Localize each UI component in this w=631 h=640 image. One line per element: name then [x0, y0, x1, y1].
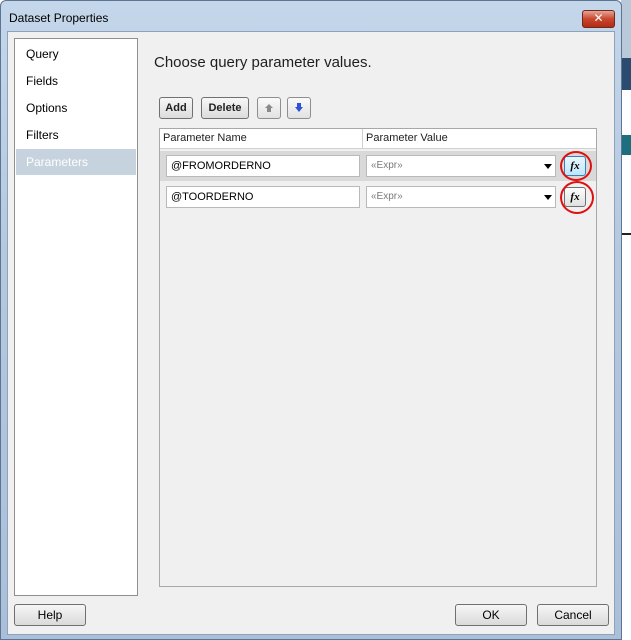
sidebar-nav: Query Fields Options Filters Parameters [14, 38, 138, 596]
sidebar-item-options[interactable]: Options [16, 95, 136, 121]
sidebar-item-parameters[interactable]: Parameters [16, 149, 136, 175]
page-title: Choose query parameter values. [154, 54, 372, 71]
column-header-name: Parameter Name [163, 132, 247, 144]
sidebar-item-fields[interactable]: Fields [16, 68, 136, 94]
help-button[interactable]: Help [14, 604, 86, 626]
background-teal-tab [621, 135, 631, 155]
close-button[interactable]: ✕ [582, 10, 615, 28]
arrow-up-icon [265, 104, 273, 112]
background-header [621, 0, 631, 58]
sidebar-item-label: Options [26, 101, 68, 115]
parameter-name-field[interactable]: @TOORDERNO [166, 186, 360, 208]
parameter-value-text: «Expr» [371, 160, 403, 171]
parameter-value-text: «Expr» [371, 191, 403, 202]
parameter-value-select[interactable]: «Expr» [366, 186, 556, 208]
sidebar-item-label: Query [26, 47, 59, 61]
dialog-client-area: Query Fields Options Filters Parameters … [7, 31, 615, 635]
parameter-value-select[interactable]: «Expr» [366, 155, 556, 177]
sidebar-item-filters[interactable]: Filters [16, 122, 136, 148]
table-row[interactable]: @TOORDERNO «Expr» fx [160, 182, 596, 212]
fx-icon: fx [570, 160, 580, 172]
arrow-down-icon [295, 103, 303, 112]
cancel-button[interactable]: Cancel [537, 604, 609, 626]
table-row[interactable]: @FROMORDERNO «Expr» fx [160, 151, 596, 181]
column-separator [362, 129, 363, 149]
background-app-edge [621, 0, 631, 640]
sidebar-item-label: Fields [26, 74, 59, 88]
grid-header: Parameter Name Parameter Value [160, 129, 596, 149]
title-bar[interactable]: Dataset Properties ✕ [1, 1, 621, 31]
add-button[interactable]: Add [159, 97, 193, 119]
close-icon: ✕ [593, 11, 604, 25]
column-header-value: Parameter Value [366, 132, 448, 144]
delete-button[interactable]: Delete [201, 97, 249, 119]
fx-icon: fx [570, 191, 580, 203]
sidebar-item-label: Filters [26, 128, 59, 142]
background-line [621, 233, 631, 235]
dataset-properties-dialog: Dataset Properties ✕ Query Fields Option… [0, 0, 622, 640]
background-dark-bar [621, 58, 631, 90]
sidebar-item-query[interactable]: Query [16, 41, 136, 67]
expression-fx-button[interactable]: fx [564, 156, 586, 176]
parameter-name-field[interactable]: @FROMORDERNO [166, 155, 360, 177]
sidebar-item-label: Parameters [26, 155, 89, 169]
move-up-button[interactable] [257, 97, 281, 119]
chevron-down-icon [544, 164, 552, 169]
chevron-down-icon [544, 195, 552, 200]
parameters-grid: Parameter Name Parameter Value @FROMORDE… [159, 128, 597, 587]
expression-fx-button[interactable]: fx [564, 187, 586, 207]
ok-button[interactable]: OK [455, 604, 527, 626]
window-title: Dataset Properties [9, 11, 109, 25]
move-down-button[interactable] [287, 97, 311, 119]
